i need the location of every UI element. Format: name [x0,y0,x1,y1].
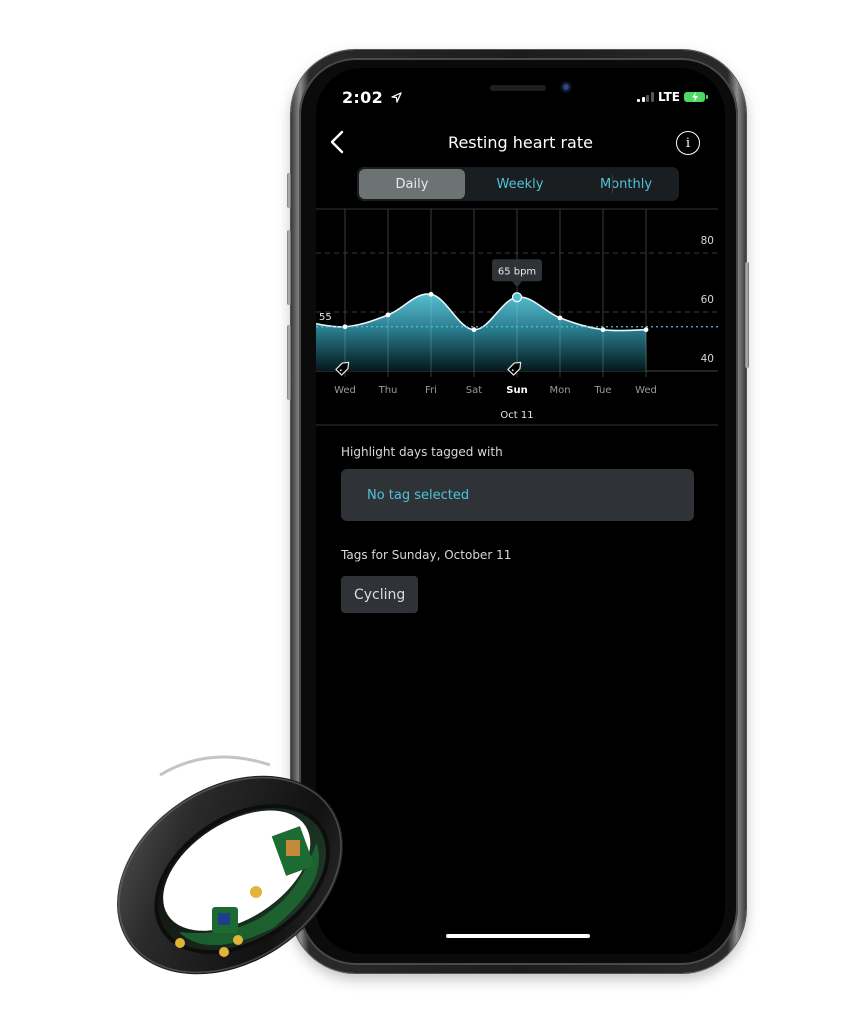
volume-down-button [287,325,291,400]
value-tooltip: 65 bpm [492,259,542,288]
data-point[interactable] [428,291,434,297]
tooltip-text: 65 bpm [498,266,536,277]
x-tick-label: Mon [549,385,570,396]
x-tick-label: Sat [466,385,482,396]
tab-daily[interactable]: Daily [359,169,465,199]
selected-data-point[interactable] [511,292,523,303]
x-tick-label: Thu [378,385,398,396]
x-tick-label: Wed [635,385,657,396]
selected-date-label: Oct 11 [500,410,533,421]
app-screen: 2:02 LTE Resting heart rate i Daily Week… [316,68,725,954]
x-tick-label: Wed [334,385,356,396]
y-tick-label: 80 [701,235,714,247]
highlight-days-label: Highlight days tagged with [341,445,503,459]
mute-switch [287,173,291,208]
page-title: Resting heart rate [448,133,593,152]
tag-chip-label: Cycling [354,586,406,603]
data-point[interactable] [643,327,649,333]
highlight-tag-value: No tag selected [367,487,470,503]
info-glyph: i [685,135,691,151]
status-indicators: LTE [637,90,708,104]
clock-text: 2:02 [342,88,383,107]
signal-strength-icon [637,92,654,102]
x-tick-label: Tue [593,385,611,396]
data-point[interactable] [342,324,348,330]
data-point[interactable] [471,327,477,333]
resting-hr-chart[interactable]: 40 60 80 55 65 bpm Wed Thu Fri Sat Sun Mon Tue Wed Oc… [316,206,725,431]
network-type: LTE [657,90,680,104]
segment-divider [612,175,613,193]
chart-area-fill [316,294,646,371]
period-segmented-control: Daily Weekly Monthly [357,167,679,201]
location-arrow-icon [391,92,402,103]
home-indicator[interactable] [446,934,590,938]
highlight-tag-select[interactable]: No tag selected [341,469,694,521]
tooltip-pointer [512,281,522,288]
data-point[interactable] [557,315,563,321]
average-label: 55 [319,312,332,323]
y-tick-label: 60 [701,294,714,306]
tab-daily-label: Daily [395,176,429,192]
x-tick-label: Fri [425,385,437,396]
earpiece-speaker [490,85,546,91]
y-tick-label: 40 [701,353,714,365]
tab-weekly[interactable]: Weekly [467,167,573,201]
tab-weekly-label: Weekly [496,176,544,192]
tab-monthly-label: Monthly [599,176,653,192]
info-icon[interactable]: i [676,131,700,155]
battery-charging-icon [684,92,708,102]
smart-ring-image [117,755,343,975]
status-time: 2:02 [342,88,402,107]
x-tick-label: Sun [506,385,527,396]
power-button [745,262,749,368]
tags-for-day-label: Tags for Sunday, October 11 [341,548,512,562]
tab-monthly[interactable]: Monthly [573,167,679,201]
data-point[interactable] [600,327,606,333]
tag-chip-cycling[interactable]: Cycling [341,576,419,613]
data-point[interactable] [385,312,391,318]
front-camera [560,81,572,93]
volume-up-button [287,230,291,305]
